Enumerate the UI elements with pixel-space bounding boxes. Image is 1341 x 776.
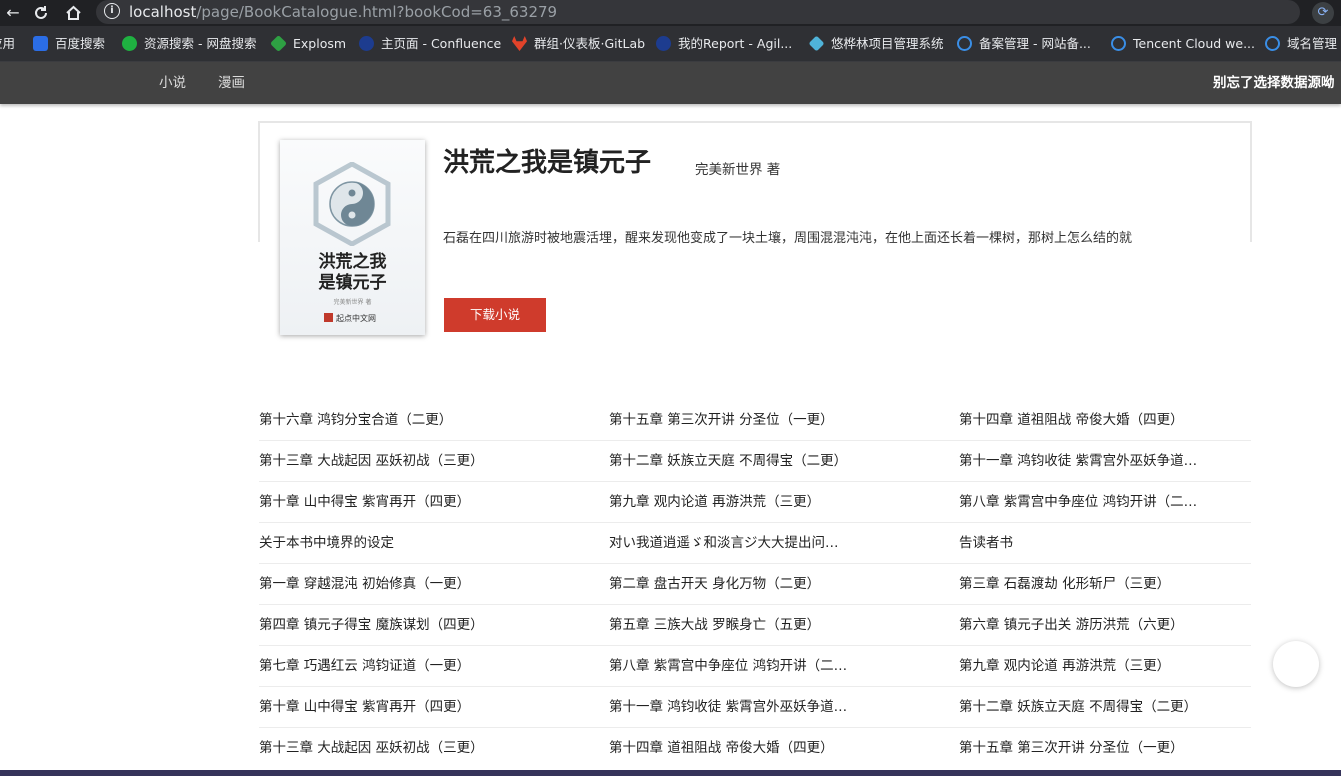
publisher-seal-icon: [324, 313, 333, 322]
bookmark-label: 百度搜索: [55, 36, 106, 51]
chapter-link[interactable]: 第十二章 妖族立天庭 不周得宝（二更）: [609, 441, 849, 481]
project-system-icon: [808, 35, 825, 52]
chapter-link[interactable]: 第十六章 鸿钧分宝合道（二更）: [259, 400, 499, 440]
bookmark-label: Tencent Cloud we...: [1133, 36, 1255, 51]
taiji-emblem-icon: [313, 162, 391, 246]
book-title: 洪荒之我是镇元子: [443, 148, 652, 178]
chapter-link[interactable]: 第十三章 大战起因 巫妖初战（三更）: [259, 441, 499, 481]
chapter-row: 第十六章 鸿钧分宝合道（二更） 第十五章 第三次开讲 分圣位（一更） 第十四章 …: [259, 400, 1251, 441]
bookmark-apps[interactable]: 应用: [0, 35, 15, 53]
chapter-row: 第四章 镇元子得宝 魔族谋划（四更） 第五章 三族大战 罗睺身亡（五更） 第六章…: [259, 605, 1251, 646]
explosm-icon: [270, 35, 287, 52]
bookmark-resource-search[interactable]: 资源搜索 - 网盘搜索: [122, 35, 256, 53]
home-icon[interactable]: [62, 2, 84, 24]
chapter-row: 第十三章 大战起因 巫妖初战（三更） 第十四章 道祖阻战 帝俊大婚（四更） 第十…: [259, 728, 1251, 769]
data-source-hint: 别忘了选择数据源呦: [1213, 75, 1335, 91]
chapter-link[interactable]: 第七章 巧遇红云 鸿钧证道（一更）: [259, 646, 499, 686]
cover-publisher: 起点中文网: [324, 312, 376, 325]
chapter-link[interactable]: 第二章 盘古开天 身化万物（二更）: [609, 564, 849, 604]
reload-icon[interactable]: [30, 2, 52, 24]
chapter-list: 第十六章 鸿钧分宝合道（二更） 第十五章 第三次开讲 分圣位（一更） 第十四章 …: [259, 400, 1251, 769]
chapter-row: 第十章 山中得宝 紫宵再开（四更） 第十一章 鸿钧收徒 紫霄宫外巫妖争道（一更）…: [259, 687, 1251, 728]
chapter-link[interactable]: 第十章 山中得宝 紫宵再开（四更）: [259, 482, 499, 522]
chapter-link[interactable]: 第八章 紫霄宫中争座位 鸿钧开讲（二更）: [959, 482, 1199, 522]
chapter-link[interactable]: 第十一章 鸿钧收徒 紫霄宫外巫妖争道（一更）: [959, 441, 1199, 481]
confluence-icon: [359, 36, 374, 51]
chapter-row: 第一章 穿越混沌 初始修真（一更） 第二章 盘古开天 身化万物（二更） 第三章 …: [259, 564, 1251, 605]
bookmark-confluence[interactable]: 主页面 - Confluence: [359, 35, 501, 53]
chapter-link[interactable]: 告读者书: [959, 523, 1199, 563]
cloud-icon: [957, 36, 972, 51]
book-author: 完美新世界 著: [695, 162, 781, 178]
chapter-link[interactable]: 第四章 镇元子得宝 魔族谋划（四更）: [259, 605, 499, 645]
bookmark-label: Explosm: [293, 36, 347, 51]
chapter-link[interactable]: 第十四章 道祖阻战 帝俊大婚（四更）: [959, 400, 1199, 440]
chapter-link[interactable]: 第十五章 第三次开讲 分圣位（一更）: [959, 728, 1199, 768]
resource-search-icon: [122, 36, 137, 51]
bookmark-tencent-cloud[interactable]: Tencent Cloud we...: [1111, 35, 1255, 53]
cover-publisher-name: 起点中文网: [336, 314, 376, 323]
nav-novel[interactable]: 小说: [159, 62, 186, 104]
cloud-icon: [1265, 36, 1280, 51]
address-bar[interactable]: i localhost/page/BookCatalogue.html?book…: [96, 0, 1300, 24]
chapter-row: 第十三章 大战起因 巫妖初战（三更） 第十二章 妖族立天庭 不周得宝（二更） 第…: [259, 441, 1251, 482]
baidu-icon: [33, 36, 48, 51]
bookmarks-bar: 应用 百度搜索 资源搜索 - 网盘搜索 Explosm 主页面 - Conflu…: [0, 26, 1341, 62]
taskbar-edge: [0, 770, 1341, 776]
chapter-link[interactable]: 第五章 三族大战 罗睺身亡（五更）: [609, 605, 849, 645]
chapter-link[interactable]: 第十三章 大战起因 巫妖初战（三更）: [259, 728, 499, 768]
chapter-row: 第十章 山中得宝 紫宵再开（四更） 第九章 观内论道 再游洪荒（三更） 第八章 …: [259, 482, 1251, 523]
chapter-link[interactable]: 第十一章 鸿钧收徒 紫霄宫外巫妖争道（一更）: [609, 687, 849, 727]
cover-title-line: 是镇元子: [318, 273, 387, 293]
chapter-link[interactable]: 第六章 镇元子出关 游历洪荒（六更）: [959, 605, 1199, 645]
bookmark-baidu[interactable]: 百度搜索: [33, 35, 105, 53]
book-description: 石磊在四川旅游时被地震活埋，醒来发现他变成了一块土壤，周围混混沌沌，在他上面还长…: [443, 231, 1133, 246]
bookmark-agile-report[interactable]: 我的Report - Agil...: [656, 35, 792, 53]
chapter-link[interactable]: 第十四章 道祖阻战 帝俊大婚（四更）: [609, 728, 849, 768]
cover-title: 洪荒之我 是镇元子: [280, 252, 425, 294]
bookmark-label: 资源搜索 - 网盘搜索: [144, 36, 257, 51]
bookmark-label: 备案管理 - 网站备...: [979, 36, 1091, 51]
browser-toolbar: ← i localhost/page/BookCatalogue.html?bo…: [0, 0, 1341, 26]
cover-title-line: 洪荒之我: [318, 252, 387, 272]
back-to-top-button[interactable]: [1273, 641, 1319, 687]
chapter-row: 关于本书中境界的设定 对い我道逍遥ゞ和淡言ジ大大提出问题的回答 告读者书: [259, 523, 1251, 564]
chapter-link[interactable]: 第九章 观内论道 再游洪荒（三更）: [959, 646, 1199, 686]
chapter-link[interactable]: 第九章 观内论道 再游洪荒（三更）: [609, 482, 849, 522]
url-text: localhost/page/BookCatalogue.html?bookCo…: [129, 2, 557, 22]
bookmark-domain[interactable]: 域名管理: [1265, 35, 1337, 53]
chapter-link[interactable]: 第十章 山中得宝 紫宵再开（四更）: [259, 687, 499, 727]
bookmark-label: 悠桦林项目管理系统: [831, 36, 944, 51]
download-novel-button[interactable]: 下载小说: [444, 298, 546, 332]
bookmark-label: 应用: [0, 36, 16, 51]
cloud-icon: [1111, 36, 1126, 51]
chapter-link[interactable]: 第十二章 妖族立天庭 不周得宝（二更）: [959, 687, 1199, 727]
chapter-link[interactable]: 关于本书中境界的设定: [259, 523, 499, 563]
url-host: localhost: [129, 3, 197, 21]
url-path: /page/BookCatalogue.html?bookCod=63_6327…: [196, 3, 558, 21]
bookmark-label: 群组·仪表板·GitLab: [534, 36, 646, 51]
bookmark-explosm[interactable]: Explosm: [270, 35, 347, 53]
site-info-icon[interactable]: i: [104, 3, 120, 19]
back-arrow-icon[interactable]: ←: [2, 2, 24, 24]
agile-icon: [656, 36, 671, 51]
chapter-row: 第七章 巧遇红云 鸿钧证道（一更） 第八章 紫霄宫中争座位 鸿钧开讲（二更） 第…: [259, 646, 1251, 687]
gitlab-icon: [512, 36, 527, 51]
book-cover[interactable]: 洪荒之我 是镇元子 完美新世界 著 起点中文网: [280, 140, 425, 335]
bookmark-gitlab[interactable]: 群组·仪表板·GitLab: [512, 35, 645, 53]
profile-icon[interactable]: ⟳: [1312, 2, 1334, 24]
bookmark-beian[interactable]: 备案管理 - 网站备...: [957, 35, 1091, 53]
bookmark-project-system[interactable]: 悠桦林项目管理系统: [808, 35, 944, 53]
chapter-link[interactable]: 第八章 紫霄宫中争座位 鸿钧开讲（二更）: [609, 646, 849, 686]
chapter-link[interactable]: 对い我道逍遥ゞ和淡言ジ大大提出问题的回答: [609, 523, 849, 563]
bookmark-label: 主页面 - Confluence: [381, 36, 502, 51]
cover-author: 完美新世界 著: [333, 299, 372, 306]
nav-comic[interactable]: 漫画: [218, 62, 245, 104]
bookmark-label: 我的Report - Agil...: [678, 36, 793, 51]
chapter-link[interactable]: 第一章 穿越混沌 初始修真（一更）: [259, 564, 499, 604]
chapter-link[interactable]: 第十五章 第三次开讲 分圣位（一更）: [609, 400, 849, 440]
bookmark-label: 域名管理: [1287, 36, 1338, 51]
chapter-link[interactable]: 第三章 石磊渡劫 化形斩尸（三更）: [959, 564, 1199, 604]
site-navbar: 小说 漫画 别忘了选择数据源呦: [0, 62, 1341, 104]
